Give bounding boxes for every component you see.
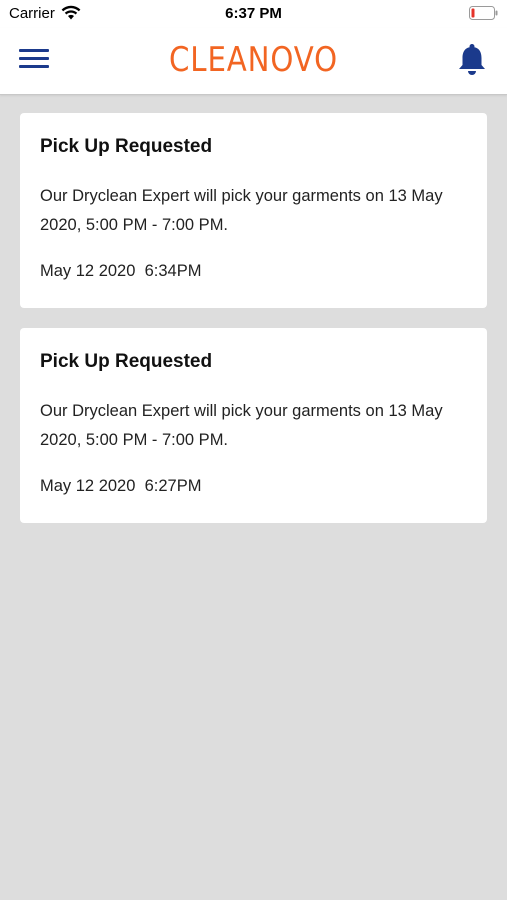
notifications-button[interactable] (457, 43, 487, 77)
notification-date: May 12 2020 (40, 477, 136, 495)
status-bar: Carrier 6:37 PM (0, 0, 507, 28)
bell-icon (459, 44, 485, 75)
notification-title: Pick Up Requested (40, 351, 213, 372)
notification-timestamp: May 12 2020 6:34PM (40, 262, 201, 281)
notification-time: 6:27PM (144, 477, 202, 495)
notification-title: Pick Up Requested (40, 136, 213, 157)
battery-icon (469, 6, 498, 20)
brand-logo: CLEANOVO (169, 40, 338, 80)
notification-list: Pick Up Requested Our Dryclean Expert wi… (20, 113, 487, 543)
notification-message: Our Dryclean Expert will pick your garme… (40, 402, 443, 449)
notification-date: May 12 2020 (40, 262, 136, 280)
notification-time: 6:34PM (144, 262, 202, 280)
notification-timestamp: May 12 2020 6:27PM (40, 477, 201, 496)
app-header: CLEANOVO (0, 28, 507, 95)
status-time: 6:37 PM (225, 5, 282, 22)
notification-card[interactable]: Pick Up Requested Our Dryclean Expert wi… (20, 113, 487, 308)
notification-message: Our Dryclean Expert will pick your garme… (40, 187, 443, 234)
notification-card[interactable]: Pick Up Requested Our Dryclean Expert wi… (20, 328, 487, 523)
